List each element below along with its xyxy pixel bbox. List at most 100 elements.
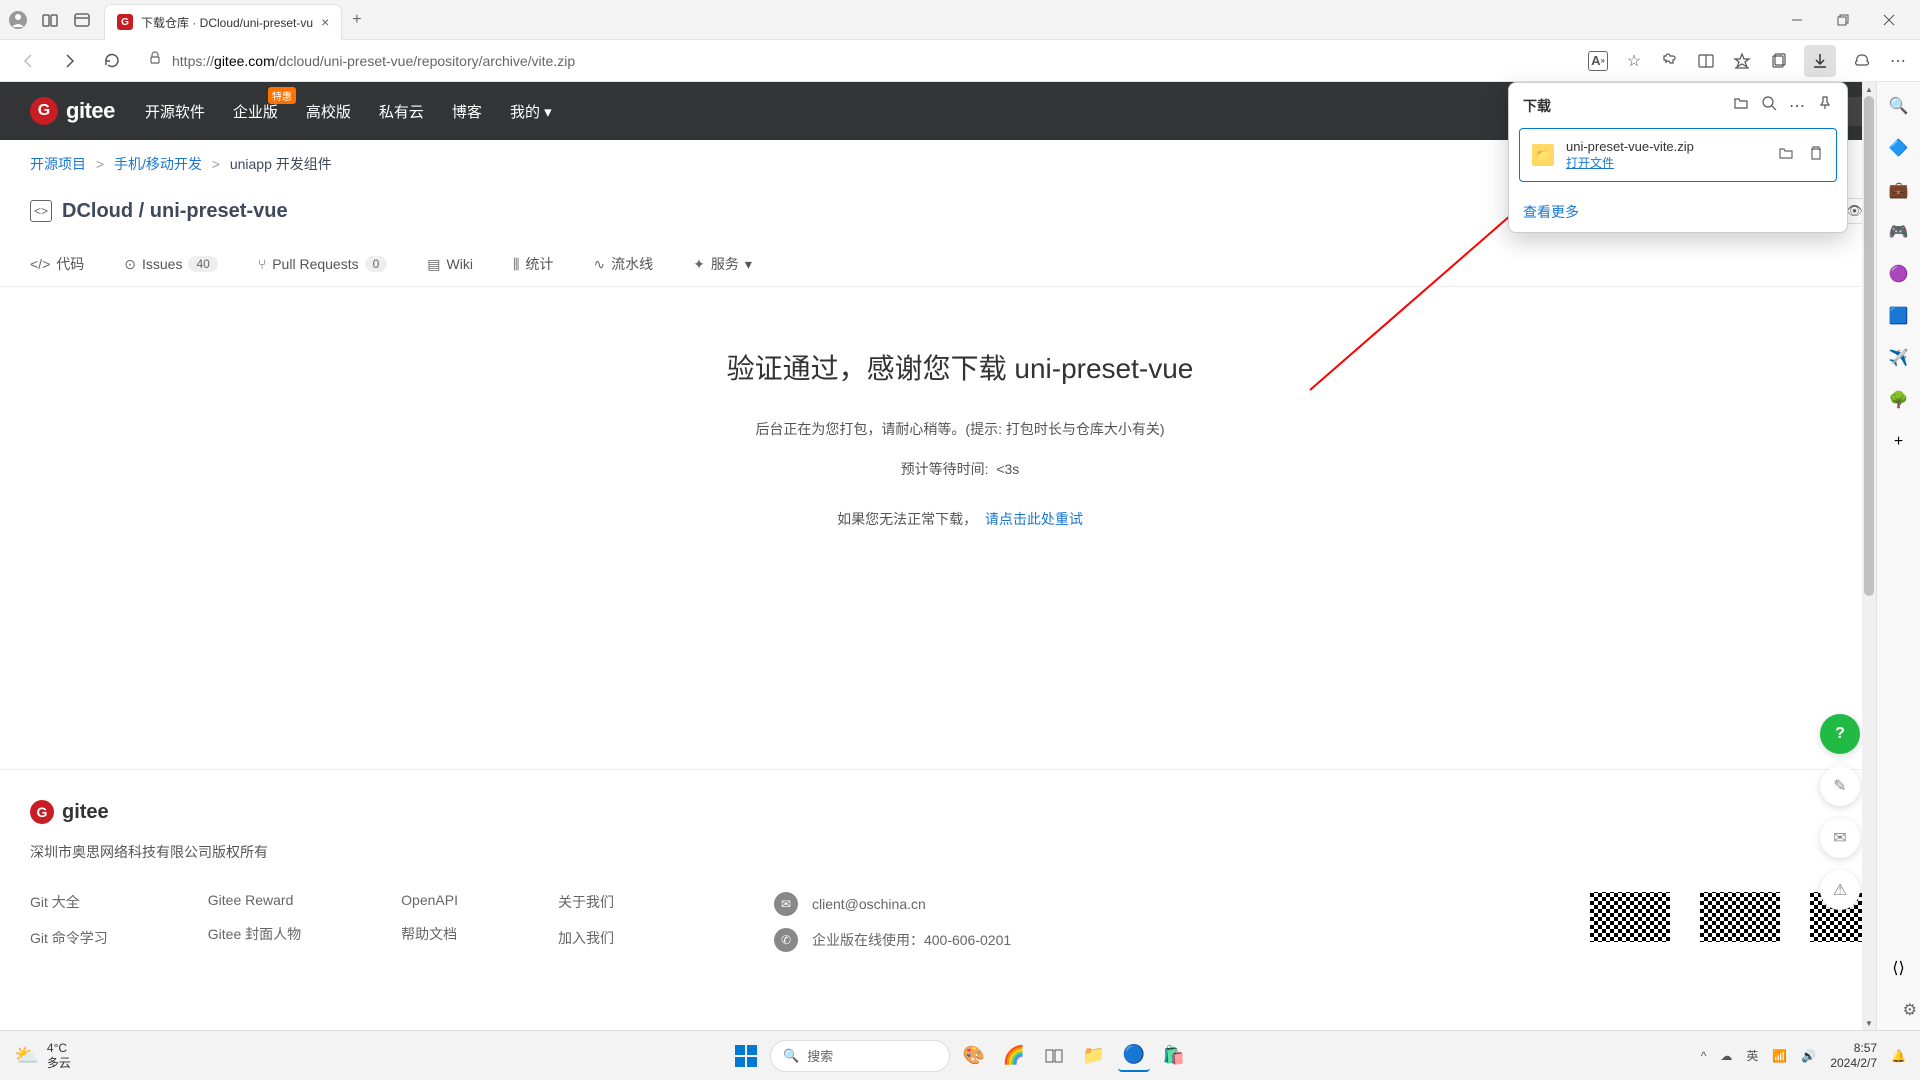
download-title: 验证通过，感谢您下载 uni-preset-vue <box>20 347 1900 387</box>
new-tab-button[interactable]: + <box>352 11 361 29</box>
downloads-icon[interactable] <box>1804 45 1836 77</box>
edit-float-button[interactable]: ✎ <box>1820 766 1860 806</box>
tab-issues[interactable]: ⊙Issues40 <box>124 242 218 286</box>
email-icon: ✉ <box>774 892 798 916</box>
taskbar-app-copilot[interactable]: 🌈 <box>998 1040 1030 1072</box>
sidebar-shopping-icon[interactable]: 🔷 <box>1887 136 1911 160</box>
sidebar-search-icon[interactable]: 🔍 <box>1887 94 1911 118</box>
tab-wiki[interactable]: ▤Wiki <box>427 242 473 286</box>
delete-download-icon[interactable] <box>1808 145 1824 166</box>
show-in-folder-icon[interactable] <box>1778 145 1794 166</box>
scrollbar[interactable]: ▲ ▼ <box>1862 82 1876 1030</box>
popup-see-more[interactable]: 查看更多 <box>1509 192 1847 232</box>
collections-icon[interactable] <box>1768 51 1788 71</box>
popup-more-icon[interactable]: ⋯ <box>1789 96 1805 116</box>
scrollbar-thumb[interactable] <box>1864 96 1874 596</box>
footer-link[interactable]: 关于我们 <box>558 892 614 912</box>
sidebar-tree-icon[interactable]: 🌳 <box>1887 388 1911 412</box>
extensions-icon[interactable] <box>1660 51 1680 71</box>
sidebar-tools-icon[interactable]: 💼 <box>1887 178 1911 202</box>
close-window-button[interactable] <box>1866 4 1912 36</box>
tab-services[interactable]: ✦服务 ▾ <box>693 242 752 286</box>
favorites-bar-icon[interactable] <box>1732 51 1752 71</box>
footer-link[interactable]: 加入我们 <box>558 928 614 948</box>
favorite-icon[interactable]: ☆ <box>1624 51 1644 71</box>
sidebar-games-icon[interactable]: 🎮 <box>1887 220 1911 244</box>
tab-stats[interactable]: ⫼统计 <box>513 242 553 286</box>
footer-link[interactable]: OpenAPI <box>401 892 458 908</box>
workspaces-icon[interactable] <box>40 10 60 30</box>
tab-pipeline[interactable]: ∿流水线 <box>593 242 653 286</box>
browser-tab[interactable]: G 下载仓库 · DCloud/uni-preset-vu × <box>104 4 342 40</box>
nav-private[interactable]: 私有云 <box>379 101 424 122</box>
settings-icon[interactable]: ⚙ <box>1903 1000 1917 1020</box>
taskbar-app-taskview[interactable] <box>1038 1040 1070 1072</box>
qr-code <box>1700 892 1780 942</box>
start-button[interactable] <box>730 1040 762 1072</box>
footer-link[interactable]: Git 命令学习 <box>30 928 108 948</box>
nav-education[interactable]: 高校版 <box>306 101 351 122</box>
footer-link[interactable]: Gitee 封面人物 <box>208 924 301 944</box>
download-wait: 预计等待时间: <3s <box>20 459 1900 479</box>
sidebar-office-icon[interactable]: 🟣 <box>1887 262 1911 286</box>
gitee-logo[interactable]: G gitee <box>30 97 115 125</box>
footer-link[interactable]: Gitee Reward <box>208 892 301 908</box>
footer-link[interactable]: 帮助文档 <box>401 924 458 944</box>
warn-float-button[interactable]: ⚠ <box>1820 870 1860 910</box>
tray-volume-icon[interactable]: 🔊 <box>1801 1049 1816 1063</box>
minimize-button[interactable] <box>1774 4 1820 36</box>
refresh-button[interactable] <box>96 45 128 77</box>
download-file-name: uni-preset-vue-vite.zip <box>1566 139 1766 154</box>
split-screen-icon[interactable] <box>1696 51 1716 71</box>
scroll-down-icon[interactable]: ▼ <box>1862 1016 1876 1030</box>
popup-pin-icon[interactable] <box>1817 95 1833 116</box>
browser-essentials-icon[interactable] <box>1852 51 1872 71</box>
nav-opensource[interactable]: 开源软件 <box>145 101 205 122</box>
taskbar-search[interactable]: 🔍 搜索 <box>770 1040 950 1072</box>
breadcrumb-item[interactable]: 手机/移动开发 <box>114 156 202 172</box>
tray-ime[interactable]: 英 <box>1746 1047 1758 1064</box>
scroll-up-icon[interactable]: ▲ <box>1862 82 1876 96</box>
breadcrumb-item[interactable]: uniapp 开发组件 <box>230 156 332 172</box>
tray-wifi-icon[interactable]: 📶 <box>1772 1049 1787 1063</box>
taskbar-clock[interactable]: 8:57 2024/2/7 <box>1830 1041 1877 1070</box>
breadcrumb-item[interactable]: 开源项目 <box>30 156 86 172</box>
mail-float-button[interactable]: ✉ <box>1820 818 1860 858</box>
help-button[interactable]: ? <box>1820 714 1860 754</box>
back-button[interactable] <box>12 45 44 77</box>
tray-chevron-icon[interactable]: ^ <box>1701 1049 1707 1063</box>
sidebar-outlook-icon[interactable]: 🟦 <box>1887 304 1911 328</box>
tab-close-icon[interactable]: × <box>321 14 329 30</box>
footer-email[interactable]: client@oschina.cn <box>812 896 926 912</box>
popup-folder-icon[interactable] <box>1733 95 1749 116</box>
tray-onedrive-icon[interactable]: ☁ <box>1720 1049 1732 1063</box>
maximize-button[interactable] <box>1820 4 1866 36</box>
more-icon[interactable]: ⋯ <box>1888 51 1908 71</box>
weather-widget[interactable]: ⛅ 4°C 多云 <box>14 1041 71 1070</box>
qr-code <box>1590 892 1670 942</box>
tab-code[interactable]: </>代码 <box>30 242 84 286</box>
sidebar-send-icon[interactable]: ✈️ <box>1887 346 1911 370</box>
nav-blog[interactable]: 博客 <box>452 101 482 122</box>
tab-actions-icon[interactable] <box>72 10 92 30</box>
read-aloud-icon[interactable]: A» <box>1588 51 1608 71</box>
sidebar-add-icon[interactable]: + <box>1887 430 1911 454</box>
forward-button[interactable] <box>54 45 86 77</box>
url-input[interactable]: https://gitee.com/dcloud/uni-preset-vue/… <box>138 45 1578 76</box>
notifications-icon[interactable]: 🔔 <box>1891 1049 1906 1063</box>
footer-link[interactable]: Git 大全 <box>30 892 108 912</box>
footer-logo[interactable]: G gitee <box>30 800 1890 824</box>
download-item[interactable]: 📁 uni-preset-vue-vite.zip 打开文件 <box>1519 128 1837 182</box>
profile-icon[interactable] <box>8 10 28 30</box>
popup-search-icon[interactable] <box>1761 95 1777 116</box>
taskbar-app-explorer[interactable]: 📁 <box>1078 1040 1110 1072</box>
open-file-link[interactable]: 打开文件 <box>1566 154 1766 171</box>
taskbar-app-widgets[interactable]: 🎨 <box>958 1040 990 1072</box>
tab-pull-requests[interactable]: ⑂Pull Requests0 <box>258 242 387 286</box>
sidebar-collapse-icon[interactable]: ⟨⟩ <box>1887 956 1911 980</box>
nav-mine[interactable]: 我的 ▾ <box>510 101 552 122</box>
retry-link[interactable]: 请点击此处重试 <box>985 511 1083 527</box>
nav-enterprise[interactable]: 企业版 特惠 <box>233 101 278 122</box>
taskbar-app-edge[interactable]: 🔵 <box>1118 1040 1150 1072</box>
taskbar-app-store[interactable]: 🛍️ <box>1158 1040 1190 1072</box>
